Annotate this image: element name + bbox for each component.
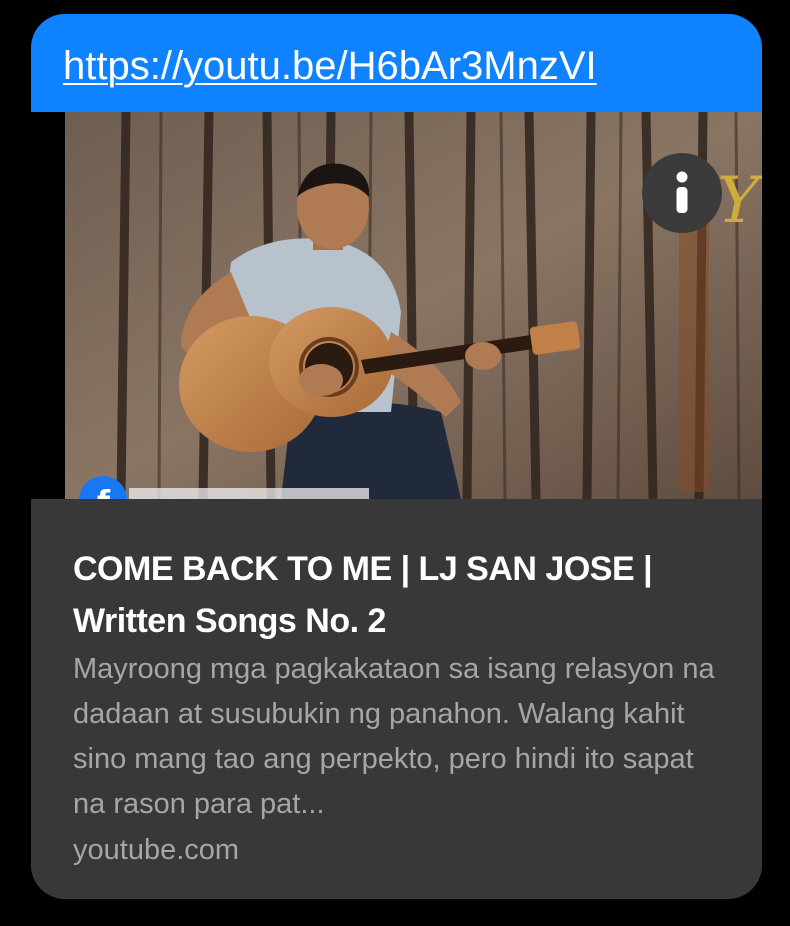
preview-domain: youtube.com (73, 834, 240, 866)
link-preview-message[interactable]: https://youtu.be/H6bAr3MnzVI Y COME BACK… (31, 14, 762, 899)
svg-text:f: f (97, 485, 111, 499)
info-button[interactable] (642, 153, 722, 233)
preview-description: Mayroong mga pagkakataon sa isang relasy… (73, 653, 715, 820)
url-bar: https://youtu.be/H6bAr3MnzVI (31, 14, 762, 112)
svg-text:Y: Y (717, 164, 762, 238)
preview-title: COME BACK TO ME | LJ SAN JOSE | Written … (73, 550, 653, 640)
url-link[interactable]: https://youtu.be/H6bAr3MnzVI (63, 42, 597, 90)
preview-details[interactable]: COME BACK TO ME | LJ SAN JOSE | Written … (31, 499, 762, 899)
info-icon (676, 171, 688, 213)
